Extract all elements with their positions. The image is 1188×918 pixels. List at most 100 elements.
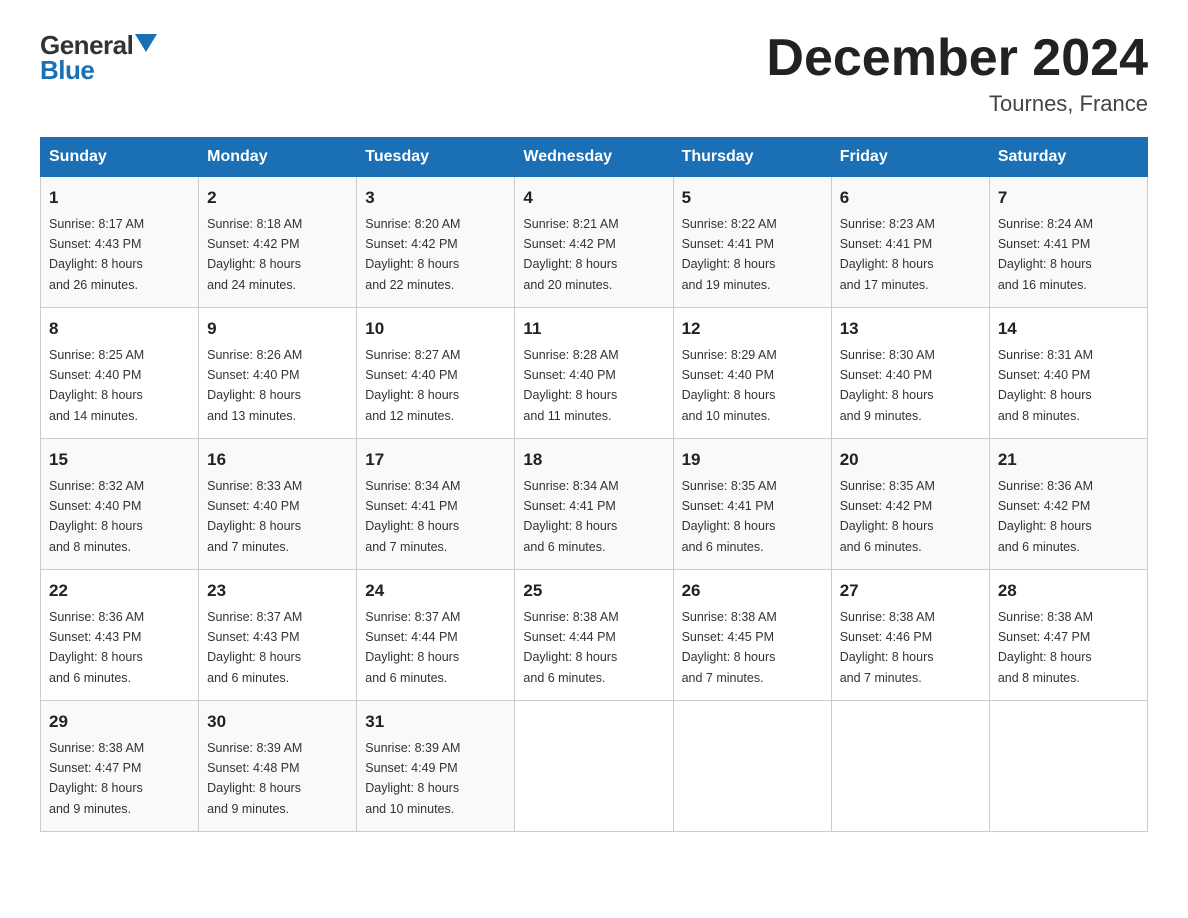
day-info: Sunrise: 8:23 AMSunset: 4:41 PMDaylight:…	[840, 217, 935, 292]
day-info: Sunrise: 8:26 AMSunset: 4:40 PMDaylight:…	[207, 348, 302, 423]
calendar-day-cell: 22 Sunrise: 8:36 AMSunset: 4:43 PMDaylig…	[41, 570, 199, 701]
day-info: Sunrise: 8:27 AMSunset: 4:40 PMDaylight:…	[365, 348, 460, 423]
calendar-day-cell	[831, 701, 989, 832]
day-info: Sunrise: 8:38 AMSunset: 4:47 PMDaylight:…	[49, 741, 144, 816]
calendar-day-cell: 3 Sunrise: 8:20 AMSunset: 4:42 PMDayligh…	[357, 177, 515, 308]
calendar-header-row: Sunday Monday Tuesday Wednesday Thursday…	[41, 138, 1148, 177]
calendar-day-cell: 7 Sunrise: 8:24 AMSunset: 4:41 PMDayligh…	[989, 177, 1147, 308]
day-number: 14	[998, 316, 1139, 342]
logo-arrow-icon	[135, 34, 157, 52]
day-info: Sunrise: 8:38 AMSunset: 4:45 PMDaylight:…	[682, 610, 777, 685]
calendar-day-cell: 16 Sunrise: 8:33 AMSunset: 4:40 PMDaylig…	[199, 439, 357, 570]
calendar-day-cell: 25 Sunrise: 8:38 AMSunset: 4:44 PMDaylig…	[515, 570, 673, 701]
logo: General Blue	[40, 30, 157, 86]
day-number: 27	[840, 578, 981, 604]
calendar-day-cell: 24 Sunrise: 8:37 AMSunset: 4:44 PMDaylig…	[357, 570, 515, 701]
day-info: Sunrise: 8:31 AMSunset: 4:40 PMDaylight:…	[998, 348, 1093, 423]
col-tuesday: Tuesday	[357, 138, 515, 177]
calendar-day-cell: 8 Sunrise: 8:25 AMSunset: 4:40 PMDayligh…	[41, 308, 199, 439]
calendar-day-cell: 27 Sunrise: 8:38 AMSunset: 4:46 PMDaylig…	[831, 570, 989, 701]
day-number: 30	[207, 709, 348, 735]
day-number: 7	[998, 185, 1139, 211]
day-number: 20	[840, 447, 981, 473]
calendar-day-cell: 12 Sunrise: 8:29 AMSunset: 4:40 PMDaylig…	[673, 308, 831, 439]
day-info: Sunrise: 8:38 AMSunset: 4:47 PMDaylight:…	[998, 610, 1093, 685]
day-info: Sunrise: 8:18 AMSunset: 4:42 PMDaylight:…	[207, 217, 302, 292]
day-number: 6	[840, 185, 981, 211]
day-info: Sunrise: 8:17 AMSunset: 4:43 PMDaylight:…	[49, 217, 144, 292]
calendar-day-cell: 19 Sunrise: 8:35 AMSunset: 4:41 PMDaylig…	[673, 439, 831, 570]
calendar-day-cell: 26 Sunrise: 8:38 AMSunset: 4:45 PMDaylig…	[673, 570, 831, 701]
day-number: 15	[49, 447, 190, 473]
day-number: 8	[49, 316, 190, 342]
day-info: Sunrise: 8:37 AMSunset: 4:44 PMDaylight:…	[365, 610, 460, 685]
day-info: Sunrise: 8:24 AMSunset: 4:41 PMDaylight:…	[998, 217, 1093, 292]
day-info: Sunrise: 8:39 AMSunset: 4:48 PMDaylight:…	[207, 741, 302, 816]
day-info: Sunrise: 8:35 AMSunset: 4:41 PMDaylight:…	[682, 479, 777, 554]
calendar-day-cell	[989, 701, 1147, 832]
day-info: Sunrise: 8:25 AMSunset: 4:40 PMDaylight:…	[49, 348, 144, 423]
day-info: Sunrise: 8:35 AMSunset: 4:42 PMDaylight:…	[840, 479, 935, 554]
calendar-day-cell: 31 Sunrise: 8:39 AMSunset: 4:49 PMDaylig…	[357, 701, 515, 832]
calendar-day-cell: 14 Sunrise: 8:31 AMSunset: 4:40 PMDaylig…	[989, 308, 1147, 439]
calendar-week-row: 29 Sunrise: 8:38 AMSunset: 4:47 PMDaylig…	[41, 701, 1148, 832]
day-number: 13	[840, 316, 981, 342]
day-number: 11	[523, 316, 664, 342]
day-number: 22	[49, 578, 190, 604]
day-info: Sunrise: 8:34 AMSunset: 4:41 PMDaylight:…	[365, 479, 460, 554]
calendar-week-row: 22 Sunrise: 8:36 AMSunset: 4:43 PMDaylig…	[41, 570, 1148, 701]
col-wednesday: Wednesday	[515, 138, 673, 177]
calendar-day-cell	[515, 701, 673, 832]
calendar-day-cell: 1 Sunrise: 8:17 AMSunset: 4:43 PMDayligh…	[41, 177, 199, 308]
day-info: Sunrise: 8:36 AMSunset: 4:42 PMDaylight:…	[998, 479, 1093, 554]
day-info: Sunrise: 8:30 AMSunset: 4:40 PMDaylight:…	[840, 348, 935, 423]
calendar-week-row: 1 Sunrise: 8:17 AMSunset: 4:43 PMDayligh…	[41, 177, 1148, 308]
day-number: 31	[365, 709, 506, 735]
col-friday: Friday	[831, 138, 989, 177]
col-thursday: Thursday	[673, 138, 831, 177]
col-saturday: Saturday	[989, 138, 1147, 177]
title-block: December 2024 Tournes, France	[766, 30, 1148, 117]
calendar-day-cell: 20 Sunrise: 8:35 AMSunset: 4:42 PMDaylig…	[831, 439, 989, 570]
page-header: General Blue December 2024 Tournes, Fran…	[40, 30, 1148, 117]
calendar-day-cell: 11 Sunrise: 8:28 AMSunset: 4:40 PMDaylig…	[515, 308, 673, 439]
day-info: Sunrise: 8:28 AMSunset: 4:40 PMDaylight:…	[523, 348, 618, 423]
calendar-day-cell: 30 Sunrise: 8:39 AMSunset: 4:48 PMDaylig…	[199, 701, 357, 832]
day-number: 2	[207, 185, 348, 211]
day-number: 1	[49, 185, 190, 211]
day-number: 21	[998, 447, 1139, 473]
day-number: 12	[682, 316, 823, 342]
day-info: Sunrise: 8:29 AMSunset: 4:40 PMDaylight:…	[682, 348, 777, 423]
calendar-day-cell	[673, 701, 831, 832]
day-info: Sunrise: 8:22 AMSunset: 4:41 PMDaylight:…	[682, 217, 777, 292]
day-number: 24	[365, 578, 506, 604]
calendar-day-cell: 23 Sunrise: 8:37 AMSunset: 4:43 PMDaylig…	[199, 570, 357, 701]
calendar-day-cell: 4 Sunrise: 8:21 AMSunset: 4:42 PMDayligh…	[515, 177, 673, 308]
day-number: 17	[365, 447, 506, 473]
day-number: 28	[998, 578, 1139, 604]
day-number: 16	[207, 447, 348, 473]
calendar-week-row: 15 Sunrise: 8:32 AMSunset: 4:40 PMDaylig…	[41, 439, 1148, 570]
day-number: 25	[523, 578, 664, 604]
day-info: Sunrise: 8:20 AMSunset: 4:42 PMDaylight:…	[365, 217, 460, 292]
day-number: 29	[49, 709, 190, 735]
calendar-day-cell: 2 Sunrise: 8:18 AMSunset: 4:42 PMDayligh…	[199, 177, 357, 308]
day-number: 10	[365, 316, 506, 342]
logo-blue-text: Blue	[40, 55, 94, 86]
day-number: 9	[207, 316, 348, 342]
day-number: 23	[207, 578, 348, 604]
month-year-title: December 2024	[766, 30, 1148, 87]
calendar-day-cell: 15 Sunrise: 8:32 AMSunset: 4:40 PMDaylig…	[41, 439, 199, 570]
calendar-day-cell: 5 Sunrise: 8:22 AMSunset: 4:41 PMDayligh…	[673, 177, 831, 308]
location-subtitle: Tournes, France	[766, 91, 1148, 117]
calendar-day-cell: 6 Sunrise: 8:23 AMSunset: 4:41 PMDayligh…	[831, 177, 989, 308]
day-number: 18	[523, 447, 664, 473]
day-info: Sunrise: 8:38 AMSunset: 4:46 PMDaylight:…	[840, 610, 935, 685]
calendar-day-cell: 13 Sunrise: 8:30 AMSunset: 4:40 PMDaylig…	[831, 308, 989, 439]
col-sunday: Sunday	[41, 138, 199, 177]
calendar-day-cell: 10 Sunrise: 8:27 AMSunset: 4:40 PMDaylig…	[357, 308, 515, 439]
day-info: Sunrise: 8:36 AMSunset: 4:43 PMDaylight:…	[49, 610, 144, 685]
day-number: 5	[682, 185, 823, 211]
calendar-day-cell: 29 Sunrise: 8:38 AMSunset: 4:47 PMDaylig…	[41, 701, 199, 832]
calendar-week-row: 8 Sunrise: 8:25 AMSunset: 4:40 PMDayligh…	[41, 308, 1148, 439]
